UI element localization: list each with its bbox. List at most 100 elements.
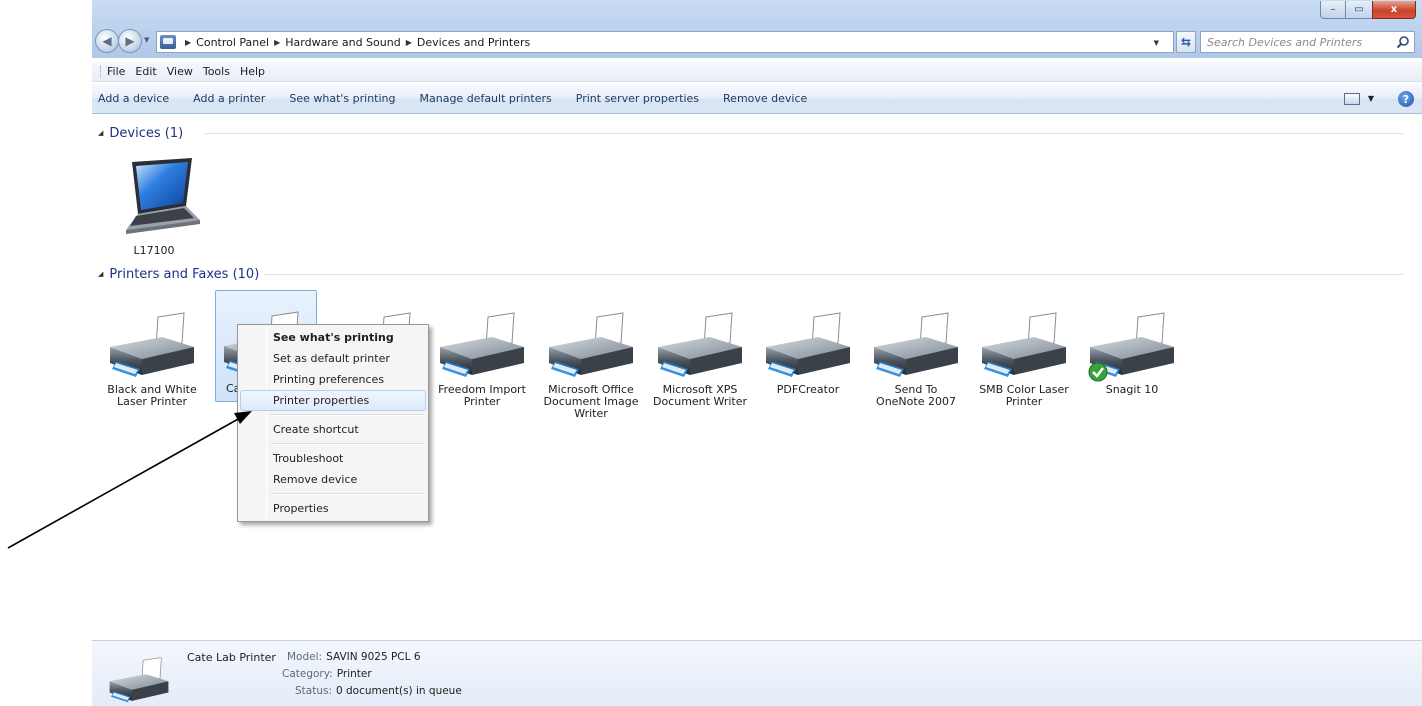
see-whats-printing-button[interactable]: See what's printing (289, 92, 395, 105)
context-menu: See what's printing Set as default print… (237, 324, 429, 522)
chevron-right-icon[interactable]: ▶ (274, 38, 280, 47)
printer-item[interactable]: Send To OneNote 2007 (862, 312, 970, 408)
ctx-printing-preferences[interactable]: Printing preferences (240, 369, 426, 390)
search-placeholder: Search Devices and Printers (1207, 35, 1363, 49)
ctx-create-shortcut[interactable]: Create shortcut (240, 419, 426, 440)
menu-file[interactable]: File (107, 65, 125, 78)
ctx-printer-properties[interactable]: Printer properties (240, 390, 426, 411)
maximize-button[interactable]: ▭ (1346, 1, 1372, 19)
printer-label-line1: Snagit 10 (1105, 383, 1159, 396)
collapse-triangle-icon[interactable]: ◢ (98, 270, 103, 278)
view-options-dropdown-icon[interactable]: ▼ (1368, 94, 1374, 103)
devices-group-title: Devices (1) (109, 125, 184, 141)
title-bar: – ▭ x ◀ ▶ ▼ ▶ Control Panel ▶ Hardware a… (92, 0, 1422, 58)
print-server-properties-button[interactable]: Print server properties (576, 92, 699, 105)
search-icon[interactable] (1396, 35, 1410, 49)
group-divider (264, 274, 1404, 275)
context-menu-separator (240, 411, 426, 419)
device-label: L17100 (133, 244, 175, 257)
minimize-button[interactable]: – (1320, 1, 1346, 19)
group-divider (204, 133, 1404, 134)
change-view-icon[interactable] (1344, 93, 1360, 105)
detail-status: Status: 0 document(s) in queue (295, 685, 462, 697)
menu-tools[interactable]: Tools (203, 65, 230, 78)
default-printer-check-icon (1088, 362, 1108, 382)
detail-model: Model: SAVIN 9025 PCL 6 (287, 651, 421, 663)
breadcrumb-control-panel[interactable]: Control Panel (196, 36, 269, 49)
collapse-triangle-icon[interactable]: ◢ (98, 129, 103, 137)
printer-icon (650, 312, 750, 384)
detail-category-value: Printer (336, 668, 372, 680)
search-input[interactable]: Search Devices and Printers (1200, 31, 1415, 53)
command-bar: Add a device Add a printer See what's pr… (92, 84, 1422, 114)
printer-label-line2: Printer (1005, 395, 1043, 408)
detail-model-label: Model: (287, 651, 323, 663)
printer-label-line3: Writer (574, 407, 608, 420)
ctx-set-default-printer[interactable]: Set as default printer (240, 348, 426, 369)
printer-item[interactable]: Freedom Import Printer (428, 312, 536, 408)
back-button[interactable]: ◀ (95, 29, 119, 53)
detail-status-value: 0 document(s) in queue (336, 685, 462, 697)
printer-icon (432, 312, 532, 384)
refresh-button[interactable]: ⇆ (1176, 31, 1196, 53)
screenshot-page: – ▭ x ◀ ▶ ▼ ▶ Control Panel ▶ Hardware a… (0, 0, 1422, 706)
manage-default-printers-button[interactable]: Manage default printers (420, 92, 552, 105)
menu-grip (100, 65, 103, 78)
printer-icon (102, 312, 202, 384)
ctx-see-whats-printing[interactable]: See what's printing (240, 327, 426, 348)
selected-printer-icon (104, 657, 174, 706)
menu-bar: File Edit View Tools Help (92, 62, 1422, 82)
printer-label-line2: OneNote 2007 (876, 395, 956, 408)
context-menu-separator (240, 440, 426, 448)
printer-icon (541, 312, 641, 384)
help-icon[interactable]: ? (1398, 91, 1414, 107)
printer-icon (974, 312, 1074, 384)
forward-button[interactable]: ▶ (118, 29, 142, 53)
menu-help[interactable]: Help (240, 65, 265, 78)
remove-device-button[interactable]: Remove device (723, 92, 807, 105)
breadcrumb-hardware-and-sound[interactable]: Hardware and Sound (285, 36, 400, 49)
address-bar[interactable]: ▶ Control Panel ▶ Hardware and Sound ▶ D… (156, 31, 1174, 53)
laptop-icon (126, 158, 200, 234)
add-device-button[interactable]: Add a device (98, 92, 169, 105)
chevron-right-icon[interactable]: ▶ (185, 38, 191, 47)
printer-item-default[interactable]: Snagit 10 (1078, 312, 1186, 396)
printer-label-line1: PDFCreator (776, 383, 840, 396)
detail-status-label: Status: (295, 685, 332, 697)
ctx-properties[interactable]: Properties (240, 498, 426, 519)
control-panel-icon (160, 35, 176, 49)
close-button[interactable]: x (1372, 1, 1416, 19)
add-printer-button[interactable]: Add a printer (193, 92, 265, 105)
menu-view[interactable]: View (167, 65, 193, 78)
detail-category-label: Category: (282, 668, 333, 680)
details-pane: Cate Lab Printer Model: SAVIN 9025 PCL 6 … (92, 640, 1422, 706)
context-menu-separator (240, 490, 426, 498)
menu-edit[interactable]: Edit (135, 65, 156, 78)
forward-arrow-icon: ▶ (125, 34, 135, 48)
devices-group-header[interactable]: ◢ Devices (1) (98, 125, 183, 141)
ctx-remove-device[interactable]: Remove device (240, 469, 426, 490)
printer-item[interactable]: Microsoft Office Document Image Writer (537, 312, 645, 420)
window-controls: – ▭ x (1320, 1, 1416, 19)
printers-group-header[interactable]: ◢ Printers and Faxes (10) (98, 266, 259, 282)
breadcrumb-devices-and-printers[interactable]: Devices and Printers (417, 36, 530, 49)
printer-icon (866, 312, 966, 384)
device-laptop[interactable]: L17100 (104, 158, 204, 257)
printer-item[interactable]: Black and White Laser Printer (98, 312, 206, 408)
refresh-icon: ⇆ (1180, 35, 1192, 49)
selected-printer-name: Cate Lab Printer (187, 651, 276, 664)
printer-item[interactable]: Microsoft XPS Document Writer (646, 312, 754, 408)
printer-label-line2: Printer (463, 395, 501, 408)
address-history-dropdown-icon[interactable]: ▼ (1154, 39, 1159, 47)
printer-label-line2: Document Writer (652, 395, 748, 408)
detail-category: Category: Printer (282, 668, 372, 680)
printers-group-title: Printers and Faxes (10) (109, 266, 260, 282)
recent-pages-dropdown-icon[interactable]: ▼ (144, 36, 149, 44)
ctx-troubleshoot[interactable]: Troubleshoot (240, 448, 426, 469)
printer-item[interactable]: SMB Color Laser Printer (970, 312, 1078, 408)
printer-label-line2: Laser Printer (117, 395, 187, 408)
chevron-right-icon[interactable]: ▶ (406, 38, 412, 47)
printer-icon (758, 312, 858, 384)
printer-item[interactable]: PDFCreator (754, 312, 862, 396)
detail-model-value: SAVIN 9025 PCL 6 (326, 651, 421, 663)
